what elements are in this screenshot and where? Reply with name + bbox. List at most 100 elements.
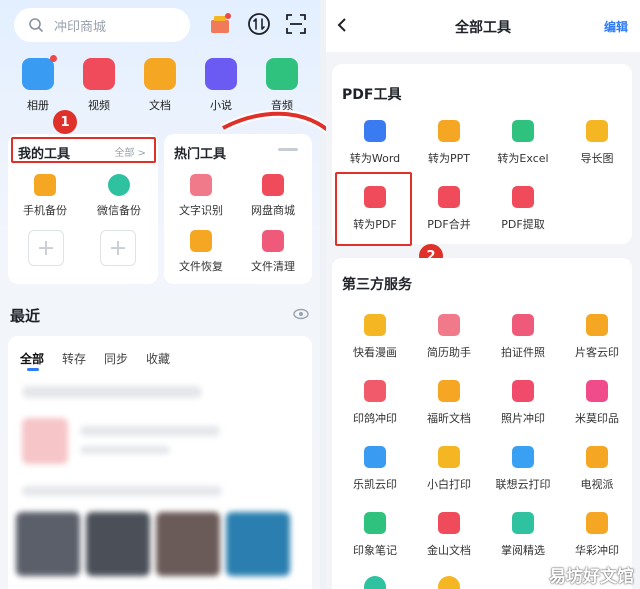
- service-icon: [438, 512, 460, 534]
- step-badge-1: 1: [53, 110, 77, 134]
- eye-icon[interactable]: [293, 308, 309, 320]
- pdf-tool-item[interactable]: 转为PPT: [412, 120, 486, 166]
- service-icon: [586, 446, 608, 468]
- service-icon: [438, 380, 460, 402]
- item-label: 乐凯云印: [353, 478, 397, 491]
- service-item[interactable]: 照片冲印: [486, 380, 560, 426]
- recent-tab[interactable]: 全部: [20, 350, 44, 367]
- more-service-item[interactable]: [338, 576, 412, 589]
- item-label: 转为PPT: [428, 152, 470, 165]
- app-novel[interactable]: 小说: [193, 58, 249, 113]
- service-icon: [512, 380, 534, 402]
- item-label: 转为Excel: [497, 152, 549, 165]
- service-item[interactable]: 掌阅精选: [486, 512, 560, 558]
- service-item[interactable]: 米莫印品: [560, 380, 634, 426]
- tool-icon: [190, 230, 212, 252]
- tool-label: 网盘商城: [251, 204, 295, 217]
- more-service-item[interactable]: [412, 576, 486, 589]
- pdf-tool-item[interactable]: PDF提取: [486, 186, 560, 232]
- app-label: 相册: [27, 99, 49, 112]
- service-item[interactable]: 印鸽冲印: [338, 380, 412, 426]
- app-audio[interactable]: 音频: [254, 58, 310, 113]
- item-label: 掌阅精选: [501, 544, 545, 557]
- tool-phone-backup[interactable]: 手机备份: [10, 174, 80, 218]
- service-item[interactable]: 简历助手: [412, 314, 486, 360]
- service-item[interactable]: 乐凯云印: [338, 446, 412, 492]
- service-item[interactable]: 联想云打印: [486, 446, 560, 492]
- item-label: 印鸽冲印: [353, 412, 397, 425]
- phone-backup-icon: [34, 174, 56, 196]
- edit-button[interactable]: 编辑: [604, 18, 628, 35]
- item-label: PDF提取: [501, 218, 545, 231]
- tool-label: 手机备份: [23, 204, 67, 217]
- watermark: 易坊好文馆: [549, 567, 634, 587]
- service-item[interactable]: 华彩冲印: [560, 512, 634, 558]
- hot-tool-item[interactable]: 文件恢复: [166, 230, 236, 274]
- service-icon: [438, 314, 460, 336]
- service-item[interactable]: 快看漫画: [338, 314, 412, 360]
- service-icon: [512, 446, 534, 468]
- hot-tool-item[interactable]: 文件清理: [238, 230, 308, 274]
- wechat-backup-icon: [108, 174, 130, 196]
- video-icon: [83, 58, 115, 90]
- left-screen: 冲印商城 相册 视频 文档 小说 音频 我的工具 全部 > 手机备份 微信备份 + + …: [0, 0, 320, 589]
- service-item[interactable]: 印象笔记: [338, 512, 412, 558]
- right-screen: 全部工具 编辑 PDF工具 转为Word 转为PPT 转为Excel 导长图 转为PDF…: [326, 0, 640, 589]
- pdf-tool-item[interactable]: 转为Excel: [486, 120, 560, 166]
- hot-tool-item[interactable]: 文字识别: [166, 174, 236, 218]
- service-item[interactable]: 拍证件照: [486, 314, 560, 360]
- transfer-icon[interactable]: [247, 12, 271, 36]
- add-tool-button[interactable]: +: [28, 230, 64, 266]
- pdf-tool-item[interactable]: PDF合并: [412, 186, 486, 232]
- service-icon: [586, 314, 608, 336]
- service-item[interactable]: 片客云印: [560, 314, 634, 360]
- service-item[interactable]: 福昕文档: [412, 380, 486, 426]
- service-item[interactable]: 小白打印: [412, 446, 486, 492]
- scan-icon[interactable]: [284, 12, 308, 36]
- highlight-box-my-tools: [11, 137, 156, 163]
- app-row: 相册 视频 文档 小说 音频: [10, 55, 310, 113]
- service-icon: [512, 512, 534, 534]
- app-album[interactable]: 相册: [10, 55, 66, 113]
- service-icon: [364, 512, 386, 534]
- app-document[interactable]: 文档: [132, 58, 188, 113]
- novel-icon: [205, 58, 237, 90]
- tool-label: 文件恢复: [179, 260, 223, 273]
- hot-tool-item[interactable]: 网盘商城: [238, 174, 308, 218]
- blurred-content: [80, 446, 170, 454]
- item-label: 福昕文档: [427, 412, 471, 425]
- tool-wechat-backup[interactable]: 微信备份: [84, 174, 154, 218]
- recent-tab[interactable]: 收藏: [146, 350, 170, 367]
- service-item[interactable]: 电视派: [560, 446, 634, 492]
- recent-title: 最近: [10, 307, 41, 325]
- blurred-photo: [226, 512, 290, 576]
- item-label: 印象笔记: [353, 544, 397, 557]
- item-label: 联想云打印: [495, 478, 551, 491]
- pdf-tool-item[interactable]: 导长图: [560, 120, 634, 166]
- highlight-box-to-pdf: [335, 172, 412, 246]
- recent-tab[interactable]: 同步: [104, 350, 128, 367]
- service-icon: [586, 380, 608, 402]
- active-tab-indicator: [27, 368, 39, 371]
- service-icon: [512, 314, 534, 336]
- search-bar[interactable]: 冲印商城: [14, 8, 190, 42]
- audio-icon: [266, 58, 298, 90]
- item-label: 转为Word: [349, 152, 401, 165]
- item-label: 华彩冲印: [575, 544, 619, 557]
- document-icon: [144, 58, 176, 90]
- shop-icon[interactable]: [208, 12, 232, 36]
- pdf-tool-item[interactable]: 转为Word: [338, 120, 412, 166]
- service-icon: [364, 314, 386, 336]
- app-video[interactable]: 视频: [71, 58, 127, 113]
- item-label: PDF合并: [427, 218, 471, 231]
- item-label: 拍证件照: [501, 346, 545, 359]
- pdf-tool-icon: [586, 120, 608, 142]
- add-tool-button[interactable]: +: [100, 230, 136, 266]
- recent-tab[interactable]: 转存: [62, 350, 86, 367]
- blurred-content: [22, 486, 222, 496]
- item-label: 简历助手: [427, 346, 471, 359]
- item-label: 电视派: [580, 478, 614, 491]
- third-party-title: 第三方服务: [342, 277, 412, 293]
- service-item[interactable]: 金山文档: [412, 512, 486, 558]
- notification-dot: [50, 55, 57, 62]
